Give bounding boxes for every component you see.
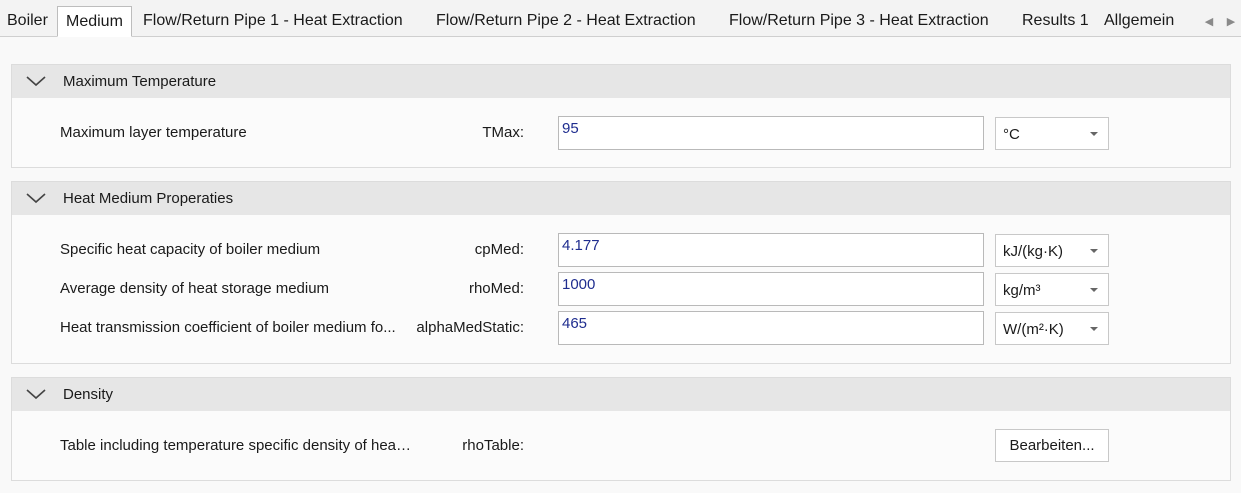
bearbeiten-button[interactable]: Bearbeiten... [995,429,1109,462]
param-description: Table including temperature specific den… [60,437,414,454]
tab-flow-return-pipe-2[interactable]: Flow/Return Pipe 2 - Heat Extraction [430,6,702,36]
tab-boiler[interactable]: Boiler [1,6,54,36]
tab-bar: Boiler Medium Flow/Return Pipe 1 - Heat … [0,0,1241,37]
group-heat-medium-properties: Heat Medium Properaties Specific heat ca… [11,181,1231,364]
group-title: Maximum Temperature [63,73,217,90]
chevron-down-icon[interactable] [25,191,47,205]
cpmed-input[interactable] [558,233,984,267]
chevron-down-icon[interactable] [25,387,47,401]
alphamedstatic-input[interactable] [558,311,984,345]
unit-value: kg/m³ [1003,282,1041,299]
param-name: rhoTable: [462,437,524,454]
param-description: Heat transmission coefficient of boiler … [60,319,396,336]
chevron-left-icon[interactable]: ◀ [1202,12,1216,32]
param-description: Maximum layer temperature [60,124,247,141]
unit-value: W/(m²·K) [1003,321,1064,338]
group-title: Heat Medium Properaties [63,190,234,207]
tab-medium[interactable]: Medium [57,6,132,37]
unit-value: kJ/(kg·K) [1003,243,1063,260]
param-row-alphamedstatic: Heat transmission coefficient of boiler … [12,311,1230,345]
param-description: Specific heat capacity of boiler medium [60,241,321,258]
tab-results-1[interactable]: Results 1 [1016,6,1095,36]
tab-allgemein[interactable]: Allgemein [1098,6,1180,36]
group-density: Density Table including temperature spec… [11,377,1231,481]
param-row-rhotable: Table including temperature specific den… [12,429,1230,463]
tab-flow-return-pipe-3[interactable]: Flow/Return Pipe 3 - Heat Extraction [723,6,995,36]
unit-value: °C [1003,126,1020,143]
group-maximum-temperature: Maximum Temperature Maximum layer temper… [11,64,1231,168]
group-header[interactable]: Maximum Temperature [12,65,1230,98]
dropdown-caret-icon [1090,288,1098,292]
param-name: alphaMedStatic: [416,319,524,336]
param-name: rhoMed: [468,280,524,297]
rhomed-input[interactable] [558,272,984,306]
unit-dropdown[interactable]: kg/m³ [995,273,1109,306]
param-row-cpmed: Specific heat capacity of boiler medium … [12,233,1230,267]
dropdown-caret-icon [1090,249,1098,253]
param-description: Average density of heat storage medium [60,280,330,297]
chevron-down-icon[interactable] [25,74,47,88]
tab-flow-return-pipe-1[interactable]: Flow/Return Pipe 1 - Heat Extraction [137,6,409,36]
unit-dropdown[interactable]: W/(m²·K) [995,312,1109,345]
chevron-right-icon[interactable]: ▶ [1224,12,1238,32]
tmax-input[interactable] [558,116,984,150]
unit-dropdown[interactable]: kJ/(kg·K) [995,234,1109,267]
dropdown-caret-icon [1090,132,1098,136]
param-name: cpMed: [474,241,524,258]
tab-scroll-controls: ◀ ▶ [1202,12,1238,32]
group-title: Density [63,386,114,403]
param-row-tmax: Maximum layer temperature TMax: °C [12,116,1230,150]
group-header[interactable]: Heat Medium Properaties [12,182,1230,215]
group-header[interactable]: Density [12,378,1230,411]
dropdown-caret-icon [1090,327,1098,331]
unit-dropdown[interactable]: °C [995,117,1109,150]
param-name: TMax: [482,124,524,141]
param-row-rhomed: Average density of heat storage medium r… [12,272,1230,306]
